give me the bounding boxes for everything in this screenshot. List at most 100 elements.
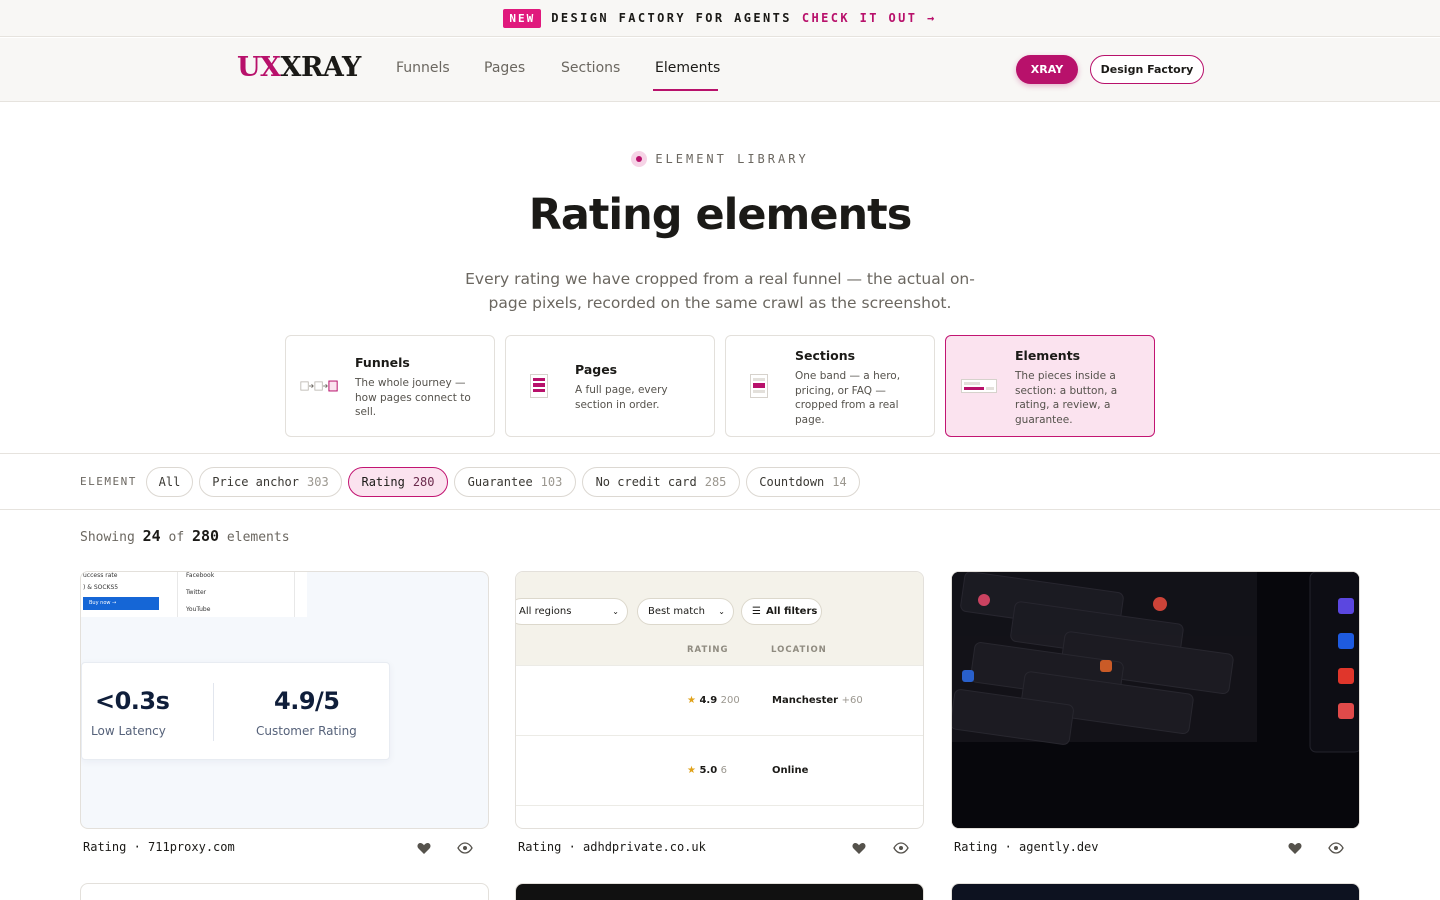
rating-count: 200 <box>720 695 740 706</box>
page-title: Rating elements <box>528 190 913 240</box>
shown-count: 24 <box>142 527 161 545</box>
screenshot-strip: uccess rate ) & SOCKS5 Buy now → Faceboo… <box>81 572 307 617</box>
funnel-flow-icon <box>300 336 338 436</box>
mini-youtube: YouTube <box>186 606 211 613</box>
stat-value: 4.9/5 <box>274 687 340 715</box>
result-card-adhdprivate[interactable]: All regions ⌄ Best match ⌄ ☰ All filters RA… <box>515 571 924 829</box>
nav-active-underline <box>653 89 718 91</box>
filter-label: ELEMENT <box>80 475 137 488</box>
eye-icon[interactable] <box>893 840 909 856</box>
level-title: Funnels <box>355 355 410 370</box>
nav-elements[interactable]: Elements <box>655 60 720 76</box>
mini-text: ) & SOCKS5 <box>83 584 119 591</box>
heart-icon[interactable] <box>416 840 432 856</box>
star-icon: ★ <box>687 765 696 776</box>
result-card[interactable] <box>951 883 1360 900</box>
showing-suffix: elements <box>226 530 290 545</box>
announcement-cta-link[interactable]: CHECK IT OUT → <box>802 11 937 25</box>
eye-icon[interactable] <box>457 840 473 856</box>
card-preview-image <box>952 572 1359 828</box>
rating-value: 4.9 <box>699 695 718 706</box>
level-card-pages[interactable]: Pages A full page, every section in orde… <box>505 335 715 437</box>
logo-ux: UX <box>237 52 281 83</box>
design-factory-button[interactable]: Design Factory <box>1090 55 1204 84</box>
level-title: Pages <box>575 362 618 377</box>
filter-lines-icon: ☰ <box>752 606 761 617</box>
chip-label: Countdown <box>759 475 825 489</box>
section-icon <box>740 336 778 436</box>
chip-countdown[interactable]: Countdown 14 <box>746 467 860 497</box>
heart-icon[interactable] <box>851 840 867 856</box>
level-card-elements[interactable]: Elements The pieces inside a section: a … <box>945 335 1155 437</box>
stat-label: Low Latency <box>91 724 166 738</box>
page-subtitle: Every rating we have cropped from a real… <box>465 270 975 312</box>
chip-all[interactable]: All <box>146 467 193 497</box>
chevron-down-icon: ⌄ <box>612 607 619 616</box>
chip-label: No credit card <box>595 475 697 489</box>
table-row: ★ 4.9 200 Manchester +60 <box>516 665 923 735</box>
location-value: Online <box>772 765 809 776</box>
eye-icon[interactable] <box>1328 840 1344 856</box>
level-description: A full page, every section in order. <box>575 384 668 411</box>
level-card-sections[interactable]: Sections One band — a hero, pricing, or … <box>725 335 935 437</box>
mini-buy-button: Buy now → <box>83 597 159 610</box>
heart-icon[interactable] <box>1287 840 1303 856</box>
page-icon <box>520 336 558 436</box>
mini-twitter: Twitter <box>186 589 207 596</box>
mini-facebook: Facebook <box>186 572 215 579</box>
chip-rating[interactable]: Rating 280 <box>348 467 448 497</box>
all-filters-button: ☰ All filters <box>741 598 822 625</box>
level-title: Sections <box>795 348 856 363</box>
filter-band: All regions ⌄ Best match ⌄ ☰ All filters RA… <box>516 572 923 665</box>
level-card-funnels[interactable]: Funnels The whole journey — how pages co… <box>285 335 495 437</box>
announcement-bar: NEW DESIGN FACTORY FOR AGENTS CHECK IT O… <box>0 0 1440 37</box>
logo[interactable]: UXXRAY <box>237 52 361 83</box>
chip-no-credit-card[interactable]: No credit card 285 <box>582 467 740 497</box>
site-header: UXXRAY Funnels Pages Sections Elements X… <box>0 38 1440 102</box>
total-count: 280 <box>192 527 220 545</box>
chip-price-anchor[interactable]: Price anchor 303 <box>199 467 342 497</box>
level-description: One band — a hero, pricing, or FAQ — cro… <box>795 370 901 426</box>
logo-xray: XRAY <box>280 52 362 83</box>
result-card-agently[interactable] <box>951 571 1360 829</box>
sort-select: Best match ⌄ <box>637 598 734 625</box>
card-caption: Rating · adhdprivate.co.uk <box>518 840 706 854</box>
announcement-message: DESIGN FACTORY FOR AGENTS <box>551 11 792 25</box>
nav-pages[interactable]: Pages <box>484 60 525 76</box>
stat-value: <0.3s <box>95 687 170 715</box>
chip-count: 285 <box>704 475 727 489</box>
level-description: The pieces inside a section: a button, a… <box>1015 370 1118 426</box>
xray-button[interactable]: XRAY <box>1016 55 1078 84</box>
location-extra: +60 <box>841 695 863 706</box>
chip-guarantee[interactable]: Guarantee 103 <box>454 467 576 497</box>
chip-label: Guarantee <box>467 475 533 489</box>
nav-funnels[interactable]: Funnels <box>396 60 450 76</box>
chip-label: Price anchor <box>212 475 299 489</box>
column-header-rating: RATING <box>687 645 729 655</box>
chip-label: Rating <box>361 475 405 489</box>
stat-label: Customer Rating <box>256 724 357 738</box>
eyebrow: ELEMENT LIBRARY <box>0 151 1440 167</box>
all-filters-label: All filters <box>765 606 818 617</box>
chevron-down-icon: ⌄ <box>718 607 725 616</box>
result-card[interactable] <box>80 883 489 900</box>
chip-label: All <box>158 475 181 489</box>
showing-prefix: Showing <box>80 530 135 545</box>
filter-bar: ELEMENT All Price anchor 303 Rating 280 Gu… <box>0 453 1440 510</box>
result-card[interactable] <box>515 883 924 900</box>
chip-count: 103 <box>540 475 563 489</box>
rating-value: 5.0 <box>699 765 718 776</box>
result-card-711proxy[interactable]: uccess rate ) & SOCKS5 Buy now → Faceboo… <box>80 571 489 829</box>
showing-of: of <box>168 530 185 545</box>
level-title: Elements <box>1015 348 1081 363</box>
new-badge: NEW <box>503 8 542 28</box>
results-count: Showing 24 of 280 elements <box>80 527 290 545</box>
element-icon <box>960 336 998 436</box>
chip-count: 303 <box>307 475 329 489</box>
level-description: The whole journey — how pages connect to… <box>355 377 471 418</box>
star-icon: ★ <box>687 695 696 706</box>
card-caption: Rating · 711proxy.com <box>83 840 235 854</box>
nav-sections[interactable]: Sections <box>561 60 620 76</box>
sort-select-value: Best match <box>648 606 705 617</box>
eyebrow-label: ELEMENT LIBRARY <box>655 152 809 166</box>
